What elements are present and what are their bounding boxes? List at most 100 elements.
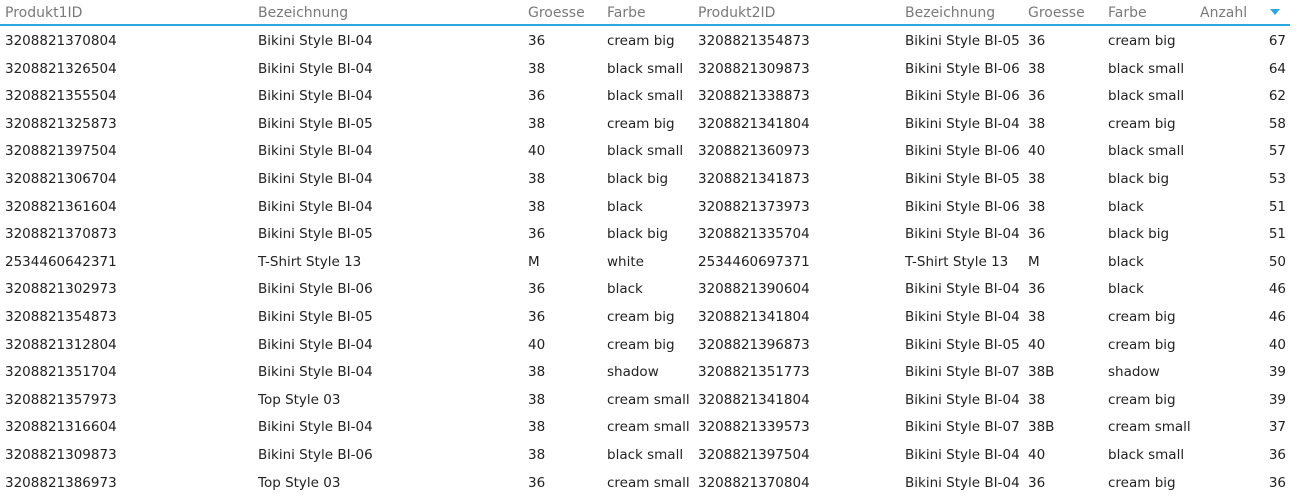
table-row[interactable]: 3208821312804 Bikini Style BI-04 40 cream b… bbox=[0, 331, 1300, 359]
cell-bezeichnung-1: Bikini Style BI-04 bbox=[258, 88, 373, 105]
cell-bezeichnung-1: T-Shirt Style 13 bbox=[258, 253, 362, 270]
cell-produkt2id: 3208821360973 bbox=[698, 143, 810, 160]
table-row[interactable]: 3208821306704 Bikini Style BI-04 38 black b… bbox=[0, 165, 1300, 193]
header-produkt2id[interactable]: Produkt2ID bbox=[698, 4, 775, 22]
cell-bezeichnung-1: Bikini Style BI-06 bbox=[258, 447, 373, 463]
cell-farbe-2: cream small bbox=[1108, 419, 1191, 436]
cell-bezeichnung-2: Bikini Style BI-06 bbox=[905, 60, 1020, 77]
table-row[interactable]: 3208821302973 Bikini Style BI-06 36 black 32… bbox=[0, 275, 1300, 303]
cell-produkt1id: 3208821351704 bbox=[5, 364, 117, 381]
table-row[interactable]: 3208821370804 Bikini Style BI-04 36 cream b… bbox=[0, 27, 1300, 55]
cell-groesse-1: 38 bbox=[528, 447, 546, 463]
cell-bezeichnung-1: Bikini Style BI-04 bbox=[258, 336, 373, 353]
header-farbe-1[interactable]: Farbe bbox=[607, 4, 646, 22]
cell-anzahl: 36 bbox=[1268, 474, 1286, 491]
cell-produkt1id: 3208821302973 bbox=[5, 281, 117, 298]
table-row[interactable]: 3208821361604 Bikini Style BI-04 38 black 32… bbox=[0, 193, 1300, 221]
cell-produkt1id: 3208821357973 bbox=[5, 391, 117, 408]
table-row[interactable]: 3208821397504 Bikini Style BI-04 40 black s… bbox=[0, 137, 1300, 165]
cell-produkt1id: 2534460642371 bbox=[5, 253, 117, 270]
cell-farbe-1: black small bbox=[607, 88, 684, 105]
cell-farbe-2: black small bbox=[1108, 143, 1185, 160]
cell-anzahl: 36 bbox=[1268, 447, 1286, 463]
header-farbe-2[interactable]: Farbe bbox=[1108, 4, 1147, 22]
cell-bezeichnung-1: Bikini Style BI-05 bbox=[258, 309, 373, 325]
table-row[interactable]: 3208821370873 Bikini Style BI-05 36 black b… bbox=[0, 220, 1300, 248]
header-bezeichnung-1[interactable]: Bezeichnung bbox=[258, 4, 348, 22]
cell-groesse-1: 38 bbox=[528, 115, 546, 132]
cell-farbe-2: cream big bbox=[1108, 115, 1176, 132]
cell-produkt2id: 2534460697371 bbox=[698, 253, 810, 270]
cell-anzahl: 62 bbox=[1268, 88, 1286, 105]
cell-farbe-2: black small bbox=[1108, 60, 1185, 77]
header-groesse-2[interactable]: Groesse bbox=[1028, 4, 1085, 22]
cell-groesse-2: 38 bbox=[1028, 391, 1046, 408]
cell-bezeichnung-2: Bikini Style BI-04 bbox=[905, 391, 1020, 408]
cell-produkt1id: 3208821370804 bbox=[5, 33, 117, 49]
cell-anzahl: 46 bbox=[1268, 309, 1286, 325]
cell-produkt2id: 3208821390604 bbox=[698, 281, 810, 298]
cell-groesse-1: 36 bbox=[528, 309, 546, 325]
cell-bezeichnung-1: Top Style 03 bbox=[258, 474, 341, 491]
cell-anzahl: 57 bbox=[1268, 143, 1286, 160]
cell-anzahl: 50 bbox=[1268, 253, 1286, 270]
cell-anzahl: 39 bbox=[1268, 364, 1286, 381]
cell-groesse-1: 36 bbox=[528, 33, 546, 49]
cell-groesse-2: 36 bbox=[1028, 88, 1046, 105]
table-row[interactable]: 3208821357973 Top Style 03 38 cream small 32… bbox=[0, 386, 1300, 414]
cell-farbe-2: black bbox=[1108, 281, 1144, 298]
table-row[interactable]: 3208821309873 Bikini Style BI-06 38 black s… bbox=[0, 441, 1300, 469]
cell-produkt1id: 3208821386973 bbox=[5, 474, 117, 491]
sort-desc-icon[interactable] bbox=[1270, 9, 1280, 15]
cell-bezeichnung-1: Bikini Style BI-04 bbox=[258, 364, 373, 381]
cell-bezeichnung-2: Bikini Style BI-07 bbox=[905, 364, 1020, 381]
cell-farbe-2: black small bbox=[1108, 447, 1185, 463]
cell-produkt2id: 3208821335704 bbox=[698, 226, 810, 243]
cell-produkt2id: 3208821370804 bbox=[698, 474, 810, 491]
cell-groesse-1: 36 bbox=[528, 281, 546, 298]
cell-bezeichnung-2: Bikini Style BI-04 bbox=[905, 115, 1020, 132]
table-row[interactable]: 3208821351704 Bikini Style BI-04 38 shadow 3… bbox=[0, 358, 1300, 386]
cell-farbe-1: black big bbox=[607, 171, 669, 187]
cell-produkt1id: 3208821309873 bbox=[5, 447, 117, 463]
table-row[interactable]: 3208821326504 Bikini Style BI-04 38 black s… bbox=[0, 55, 1300, 83]
table-row[interactable]: 3208821355504 Bikini Style BI-04 36 black s… bbox=[0, 82, 1300, 110]
table-row[interactable]: 3208821316604 Bikini Style BI-04 38 cream s… bbox=[0, 413, 1300, 441]
cell-farbe-1: cream big bbox=[607, 336, 675, 353]
cell-farbe-1: black small bbox=[607, 60, 684, 77]
table-row[interactable]: 3208821354873 Bikini Style BI-05 36 cream b… bbox=[0, 303, 1300, 331]
cell-groesse-2: 40 bbox=[1028, 336, 1046, 353]
header-anzahl[interactable]: Anzahl bbox=[1200, 4, 1247, 22]
cell-bezeichnung-1: Bikini Style BI-05 bbox=[258, 226, 373, 243]
cell-groesse-1: 40 bbox=[528, 143, 546, 160]
cell-groesse-2: 36 bbox=[1028, 474, 1046, 491]
cell-anzahl: 37 bbox=[1268, 419, 1286, 436]
header-produkt1id[interactable]: Produkt1ID bbox=[5, 4, 82, 22]
cell-groesse-1: 38 bbox=[528, 198, 546, 215]
header-groesse-1[interactable]: Groesse bbox=[528, 4, 585, 22]
cell-farbe-2: shadow bbox=[1108, 364, 1160, 381]
cell-farbe-2: black bbox=[1108, 253, 1144, 270]
cell-farbe-2: cream big bbox=[1108, 391, 1176, 408]
cell-groesse-2: 38 bbox=[1028, 309, 1046, 325]
table-row[interactable]: 2534460642371 T-Shirt Style 13 Mwhite 25344… bbox=[0, 248, 1300, 276]
cell-groesse-1: 38 bbox=[528, 391, 546, 408]
cell-produkt2id: 3208821354873 bbox=[698, 33, 810, 49]
cell-groesse-1: 40 bbox=[528, 336, 546, 353]
cell-produkt2id: 3208821341804 bbox=[698, 309, 810, 325]
header-underline bbox=[0, 24, 1290, 26]
cell-bezeichnung-2: Bikini Style BI-06 bbox=[905, 88, 1020, 105]
cell-groesse-2: 40 bbox=[1028, 447, 1046, 463]
cell-groesse-2: M bbox=[1028, 253, 1040, 270]
cell-bezeichnung-2: Bikini Style BI-04 bbox=[905, 226, 1020, 243]
cell-produkt2id: 3208821351773 bbox=[698, 364, 810, 381]
cell-bezeichnung-1: Bikini Style BI-04 bbox=[258, 33, 373, 49]
table-row[interactable]: 3208821386973 Top Style 03 36 cream small 32… bbox=[0, 469, 1300, 497]
cell-groesse-2: 38 bbox=[1028, 198, 1046, 215]
header-bezeichnung-2[interactable]: Bezeichnung bbox=[905, 4, 995, 22]
table-row[interactable]: 3208821325873 Bikini Style BI-05 38 cream b… bbox=[0, 110, 1300, 138]
cell-groesse-2: 36 bbox=[1028, 33, 1046, 49]
cell-produkt1id: 3208821316604 bbox=[5, 419, 117, 436]
cell-farbe-1: black bbox=[607, 281, 643, 298]
cell-bezeichnung-1: Bikini Style BI-04 bbox=[258, 419, 373, 436]
